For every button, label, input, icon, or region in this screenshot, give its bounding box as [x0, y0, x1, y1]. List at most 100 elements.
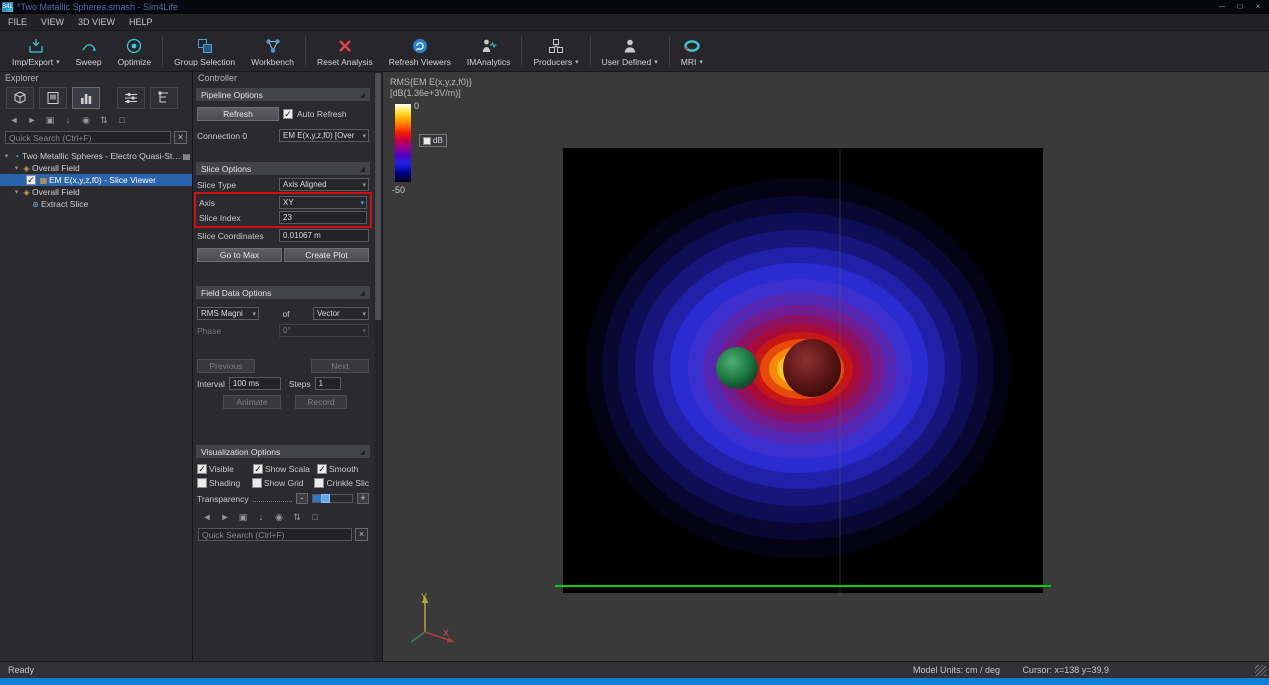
- toolbar-imp-export-button[interactable]: Imp/Export▾: [4, 32, 68, 70]
- animate-button[interactable]: Animate: [223, 395, 281, 409]
- db-toggle[interactable]: dB: [419, 134, 447, 147]
- record-button[interactable]: Record: [295, 395, 347, 409]
- show-scale-checkbox[interactable]: ✓: [253, 464, 263, 474]
- toolbar-mri-button[interactable]: MRI▾: [673, 32, 711, 70]
- create-plot-button[interactable]: Create Plot: [284, 248, 369, 262]
- selection-box-icon[interactable]: □: [309, 512, 321, 523]
- minimize-button[interactable]: ─: [1213, 1, 1231, 13]
- import-icon[interactable]: ↓: [62, 115, 74, 126]
- axis-dropdown[interactable]: XY ▾: [279, 196, 367, 209]
- shading-checkbox[interactable]: [197, 478, 207, 488]
- slice-coordinates-input[interactable]: [279, 229, 369, 242]
- component-dropdown[interactable]: Vector ▾: [313, 307, 369, 320]
- save-icon[interactable]: ▣: [44, 115, 56, 126]
- tree-item-extract-slice[interactable]: ⊛ Extract Slice: [0, 198, 192, 210]
- scrollbar-thumb[interactable]: [375, 73, 381, 320]
- simulation-view-button[interactable]: [39, 87, 67, 109]
- interval-input[interactable]: [229, 377, 281, 390]
- slice-type-dropdown[interactable]: Axis Aligned ▾: [279, 178, 369, 191]
- go-to-max-button[interactable]: Go to Max: [197, 248, 282, 262]
- visibility-icon[interactable]: ◉: [273, 512, 285, 523]
- collapse-icon[interactable]: ◢: [360, 448, 365, 456]
- model-view-button[interactable]: [6, 87, 34, 109]
- clear-search-icon[interactable]: ×: [355, 528, 368, 541]
- toolbar-optimize-button[interactable]: Optimize: [110, 32, 160, 70]
- menu-help[interactable]: HELP: [127, 15, 161, 29]
- settings-view-button[interactable]: [117, 87, 145, 109]
- smooth-checkbox[interactable]: ✓: [317, 464, 327, 474]
- toolbar-user-defined-button[interactable]: User Defined▾: [594, 32, 666, 70]
- toolbar-group-selection-button[interactable]: Group Selection: [166, 32, 243, 70]
- interval-label: Interval: [197, 379, 225, 389]
- refresh-button[interactable]: Refresh: [197, 107, 279, 121]
- expander-icon[interactable]: ▾: [12, 164, 21, 172]
- expander-icon[interactable]: ▾: [12, 188, 21, 196]
- back-icon[interactable]: ◄: [8, 115, 20, 126]
- menu-view[interactable]: VIEW: [39, 15, 72, 29]
- slice-viewer-checkbox[interactable]: ✓: [26, 175, 36, 185]
- transparency-slider[interactable]: [312, 494, 353, 503]
- viewport[interactable]: RMS{EM E(x,y,z,f0)} [dB(1.36e+3V/m)] 0 -…: [383, 72, 1269, 661]
- sort-icon[interactable]: ⇅: [291, 512, 303, 523]
- close-button[interactable]: ×: [1249, 1, 1267, 13]
- forward-icon[interactable]: ►: [219, 512, 231, 523]
- hierarchy-view-button[interactable]: [150, 87, 178, 109]
- transparency-decrease-button[interactable]: -: [296, 493, 308, 504]
- tree-item-overall-field-1[interactable]: ▾ ◈ Overall Field: [0, 162, 192, 174]
- slice-index-input[interactable]: [279, 211, 367, 224]
- visibility-icon[interactable]: ◉: [80, 115, 92, 126]
- menu-file[interactable]: FILE: [6, 15, 35, 29]
- crinkle-slice-checkbox[interactable]: [314, 478, 324, 488]
- slider-handle[interactable]: [321, 494, 330, 503]
- maximize-button[interactable]: □: [1231, 1, 1249, 13]
- chevron-down-icon[interactable]: ▾: [699, 58, 703, 66]
- save-icon[interactable]: ▣: [237, 512, 249, 523]
- show-grid-checkbox[interactable]: [252, 478, 262, 488]
- import-icon[interactable]: ↓: [255, 512, 267, 523]
- menu-3d-view[interactable]: 3D VIEW: [76, 15, 123, 29]
- selection-box-icon[interactable]: □: [116, 115, 128, 126]
- collapse-icon[interactable]: ◢: [360, 289, 365, 297]
- toolbar-refresh-viewers-button[interactable]: Refresh Viewers: [381, 32, 459, 70]
- analysis-view-button[interactable]: [72, 87, 100, 109]
- toolbar-reset-analysis-button[interactable]: Reset Analysis: [309, 32, 381, 70]
- collapse-icon[interactable]: ◢: [360, 165, 365, 173]
- steps-input[interactable]: [315, 377, 341, 390]
- forward-icon[interactable]: ►: [26, 115, 38, 126]
- toolbar-workbench-button[interactable]: Workbench: [243, 32, 302, 70]
- toolbar-producers-button[interactable]: Producers▾: [525, 32, 586, 70]
- field-data-options-header[interactable]: Field Data Options ◢: [196, 286, 370, 299]
- slice-options-header[interactable]: Slice Options ◢: [196, 162, 370, 175]
- sort-icon[interactable]: ⇅: [98, 115, 110, 126]
- chevron-down-icon[interactable]: ▾: [654, 58, 658, 66]
- explorer-search-input[interactable]: [5, 131, 171, 144]
- next-button[interactable]: Next: [311, 359, 369, 373]
- controller-search-input[interactable]: [198, 528, 352, 541]
- auto-refresh-checkbox[interactable]: ✓: [283, 109, 293, 119]
- field-icon: ◈: [21, 188, 32, 197]
- toolbar-sweep-button[interactable]: Sweep: [68, 32, 110, 70]
- pipeline-options-header[interactable]: Pipeline Options ◢: [196, 88, 370, 101]
- tree-item-slice-viewer[interactable]: ✓ ▦ EM E(x,y,z,f0) - Slice Viewer: [0, 174, 192, 186]
- tree-item-overall-field-2[interactable]: ▾ ◈ Overall Field: [0, 186, 192, 198]
- visible-checkbox[interactable]: ✓: [197, 464, 207, 474]
- previous-button[interactable]: Previous: [197, 359, 255, 373]
- chevron-down-icon[interactable]: ▾: [575, 58, 579, 66]
- notebook-icon[interactable]: ▤: [181, 152, 192, 161]
- collapse-icon[interactable]: ◢: [360, 91, 365, 99]
- back-icon[interactable]: ◄: [201, 512, 213, 523]
- toolbar-imanalytics-button[interactable]: IMAnalytics: [459, 32, 518, 70]
- explorer-tree: ▾ ◔ Two Metallic Spheres - Electro Quasi…: [0, 148, 192, 661]
- visualization-options-header[interactable]: Visualization Options ◢: [196, 445, 370, 458]
- expander-icon[interactable]: ▾: [2, 152, 11, 160]
- quantity-dropdown[interactable]: RMS Magni ▾: [197, 307, 259, 320]
- tree-item-project[interactable]: ▾ ◔ Two Metallic Spheres - Electro Quasi…: [0, 150, 192, 162]
- resize-grip[interactable]: [1255, 665, 1266, 676]
- db-checkbox[interactable]: [423, 137, 431, 145]
- clear-search-icon[interactable]: ×: [174, 131, 187, 144]
- transparency-increase-button[interactable]: +: [357, 493, 369, 504]
- connection-dropdown[interactable]: EM E(x,y,z,f0) [Over ▾: [279, 129, 369, 142]
- slice-render[interactable]: [563, 148, 1043, 593]
- controller-scrollbar[interactable]: [374, 72, 382, 661]
- chevron-down-icon[interactable]: ▾: [56, 58, 60, 66]
